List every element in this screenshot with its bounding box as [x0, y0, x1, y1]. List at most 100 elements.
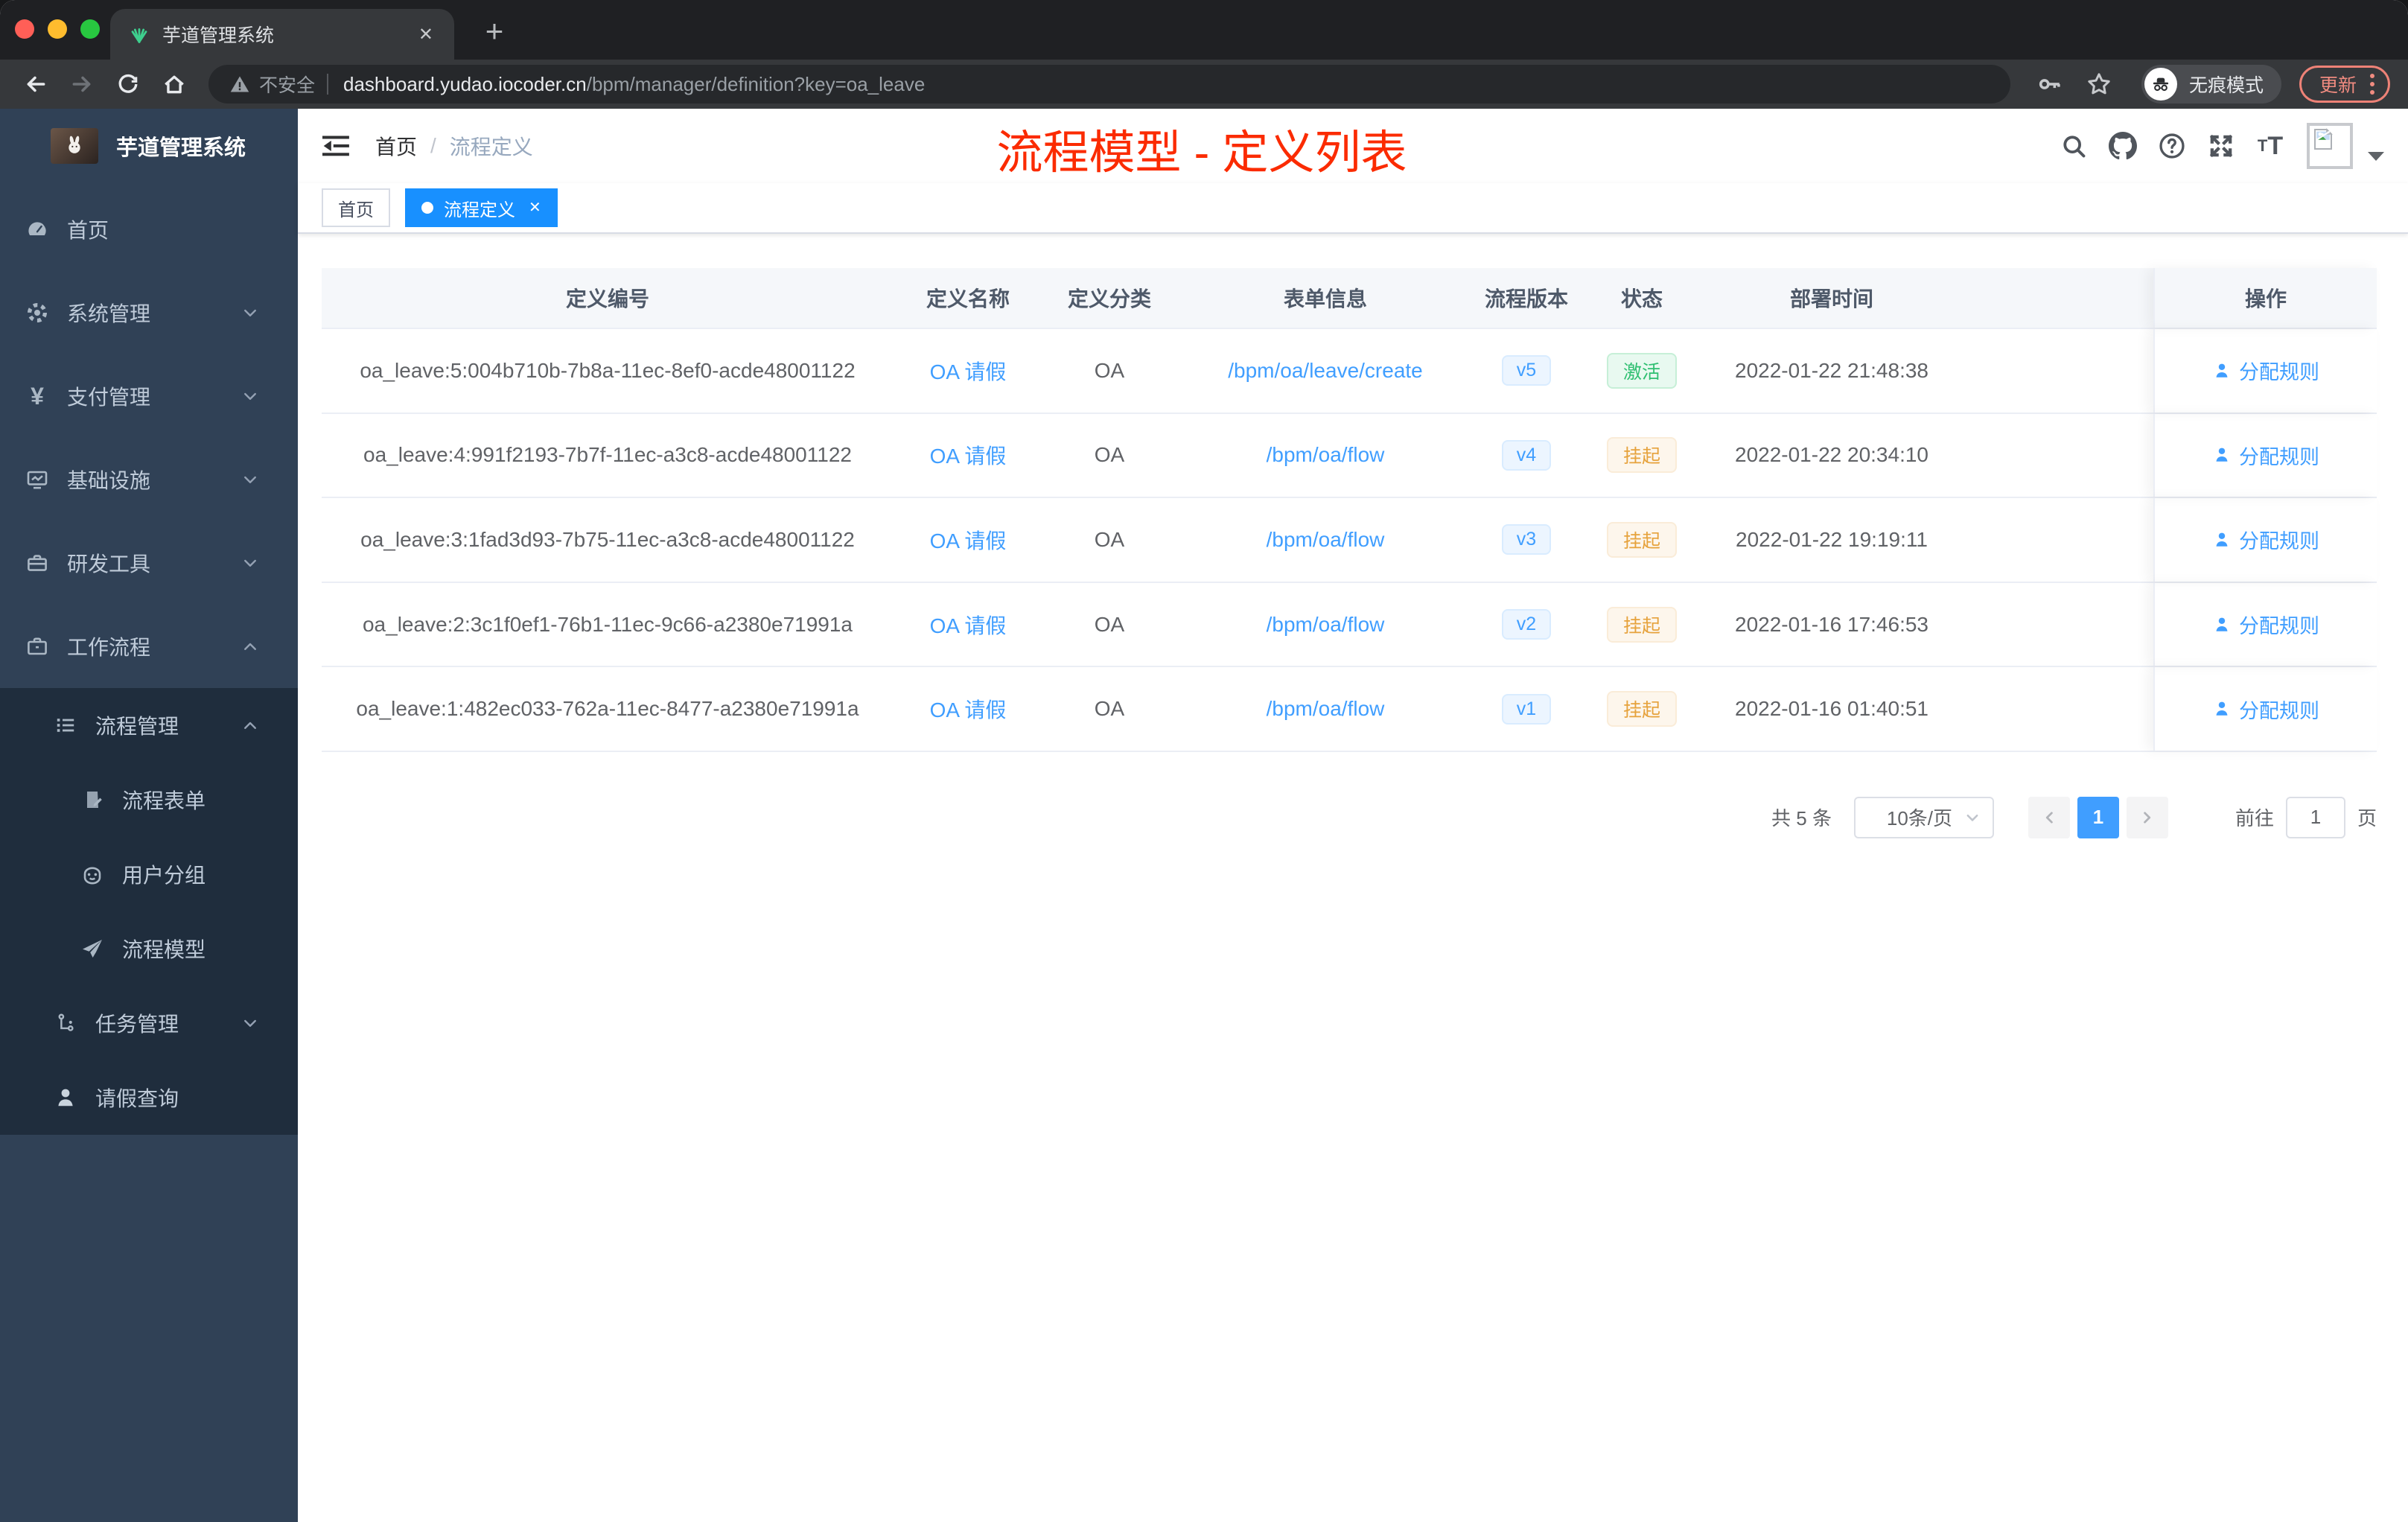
prev-page-button[interactable]: [2028, 796, 2070, 838]
fullscreen-icon[interactable]: [2197, 121, 2246, 171]
bookmark-star-icon[interactable]: [2086, 71, 2112, 97]
minimize-window-button[interactable]: [48, 19, 67, 39]
new-tab-button[interactable]: +: [474, 12, 515, 54]
definition-name-link[interactable]: OA 请假: [930, 698, 1007, 722]
current-page-button[interactable]: 1: [2077, 796, 2119, 838]
breadcrumb-separator: /: [430, 134, 436, 157]
sidebar-item-devtools[interactable]: 研发工具: [0, 521, 298, 605]
assign-rule-link[interactable]: 分配规则: [2212, 525, 2319, 554]
browser-tab[interactable]: 芋道管理系统 ✕: [110, 9, 454, 60]
user-icon: [2216, 448, 2228, 462]
column-header-category: 定义分类: [1067, 287, 1151, 311]
sidebar-item-payment[interactable]: ¥ 支付管理: [0, 354, 298, 438]
sidebar-item-process-mgmt[interactable]: 流程管理: [0, 688, 298, 762]
assign-rule-link[interactable]: 分配规则: [2212, 610, 2319, 639]
page-size-select[interactable]: 10条/页: [1853, 796, 1994, 838]
update-chrome-button[interactable]: 更新: [2299, 66, 2390, 103]
chevron-down-icon: [241, 1014, 259, 1032]
paper-plane-icon: [80, 937, 104, 961]
breadcrumb-home[interactable]: 首页: [375, 131, 417, 161]
sidebar-item-home[interactable]: 首页: [0, 188, 298, 271]
sidebar: 芋道管理系统 首页 系统管理 ¥ 支付管理 基础设施 研发工具 工作流程 流程管…: [0, 109, 298, 1522]
sidebar-logo[interactable]: 芋道管理系统: [0, 109, 298, 183]
sidebar-item-infrastructure[interactable]: 基础设施: [0, 438, 298, 521]
chevron-left-icon: [2045, 812, 2053, 824]
tag-label: 首页: [338, 200, 374, 220]
robot-face-icon: [80, 862, 104, 886]
search-icon[interactable]: [2049, 121, 2098, 171]
zoom-window-button[interactable]: [80, 19, 100, 39]
forward-icon[interactable]: [64, 66, 100, 102]
flow-tree-icon: [54, 1011, 77, 1035]
url-bar[interactable]: 不安全 dashboard.yudao.iocoder.cn/bpm/manag…: [208, 65, 2010, 104]
pagination-total: 共 5 条: [1771, 807, 1832, 830]
version-badge: v2: [1501, 609, 1552, 640]
cell-category: OA: [1094, 358, 1125, 382]
avatar-caret-icon: [2368, 152, 2384, 161]
sidebar-fold-icon[interactable]: [322, 131, 351, 161]
incognito-label: 无痕模式: [2188, 75, 2264, 96]
assign-rule-label: 分配规则: [2239, 699, 2319, 722]
cell-definition-id: oa_leave:3:1fad3d93-7b75-11ec-a3c8-acde4…: [360, 527, 855, 551]
key-icon[interactable]: [2037, 71, 2063, 97]
tag-close-icon[interactable]: ✕: [529, 200, 541, 215]
definition-name-link[interactable]: OA 请假: [930, 445, 1007, 468]
monitor-icon: [25, 468, 49, 491]
tag-process-definition[interactable]: 流程定义 ✕: [405, 188, 558, 227]
next-page-button[interactable]: [2126, 796, 2168, 838]
cell-deploy-time: 2022-01-16 01:40:51: [1735, 697, 1928, 721]
help-icon[interactable]: [2147, 121, 2197, 171]
sidebar-item-process-form[interactable]: 流程表单: [0, 762, 298, 837]
form-info-link[interactable]: /bpm/oa/flow: [1267, 697, 1385, 720]
page-size-value: 10条/页: [1886, 807, 1953, 830]
font-size-icon[interactable]: TT: [2246, 121, 2295, 171]
assign-rule-label: 分配规则: [2239, 445, 2319, 468]
definition-name-link[interactable]: OA 请假: [930, 614, 1007, 637]
toolbox-icon: [25, 551, 49, 575]
macos-traffic-lights: [15, 19, 100, 39]
table-row: oa_leave:3:1fad3d93-7b75-11ec-a3c8-acde4…: [322, 498, 2377, 583]
goto-page-input[interactable]: [2285, 796, 2345, 838]
logo-avatar: [51, 128, 98, 164]
assign-rule-link[interactable]: 分配规则: [2212, 356, 2319, 385]
sidebar-item-label: 用户分组: [122, 864, 206, 887]
back-icon[interactable]: [18, 66, 54, 102]
sidebar-item-task-mgmt[interactable]: 任务管理: [0, 986, 298, 1060]
browser-menu-kebab-icon[interactable]: [2370, 74, 2374, 95]
breadcrumb-current: 流程定义: [449, 136, 533, 159]
tab-close-icon[interactable]: ✕: [415, 24, 436, 45]
close-window-button[interactable]: [15, 19, 34, 39]
sidebar-item-workflow[interactable]: 工作流程: [0, 605, 298, 688]
tag-home[interactable]: 首页: [322, 188, 390, 227]
assign-rule-link[interactable]: 分配规则: [2212, 441, 2319, 470]
sidebar-item-process-model[interactable]: 流程模型: [0, 911, 298, 986]
incognito-badge: 无痕模式: [2141, 65, 2281, 104]
assign-rule-link[interactable]: 分配规则: [2212, 695, 2319, 724]
sidebar-item-system[interactable]: 系统管理: [0, 271, 298, 354]
user-icon: [2216, 532, 2228, 547]
form-info-link[interactable]: /bpm/oa/flow: [1267, 528, 1385, 551]
github-icon[interactable]: [2098, 121, 2147, 171]
reload-icon[interactable]: [110, 66, 146, 102]
chevron-down-icon: [241, 304, 259, 322]
definition-name-link[interactable]: OA 请假: [930, 529, 1007, 553]
security-label[interactable]: 不安全: [259, 71, 315, 98]
user-icon: [54, 1086, 77, 1109]
user-avatar-broken-image[interactable]: [2307, 123, 2353, 169]
security-warning-icon[interactable]: [229, 74, 250, 95]
form-info-link[interactable]: /bpm/oa/flow: [1267, 443, 1385, 466]
sidebar-item-label: 支付管理: [67, 386, 151, 409]
url-text[interactable]: dashboard.yudao.iocoder.cn/bpm/manager/d…: [343, 73, 925, 96]
table-row: oa_leave:5:004b710b-7b8a-11ec-8ef0-acde4…: [322, 329, 2377, 414]
form-info-link[interactable]: /bpm/oa/leave/create: [1228, 359, 1423, 382]
version-badge: v1: [1501, 693, 1552, 725]
home-icon[interactable]: [156, 66, 192, 102]
sidebar-item-user-group[interactable]: 用户分组: [0, 837, 298, 911]
tab-title: 芋道管理系统: [162, 25, 275, 46]
table-row: oa_leave:4:991f2193-7b7f-11ec-a3c8-acde4…: [322, 413, 2377, 499]
form-info-link[interactable]: /bpm/oa/flow: [1267, 613, 1385, 636]
sidebar-item-leave-query[interactable]: 请假查询: [0, 1060, 298, 1135]
definition-name-link[interactable]: OA 请假: [930, 360, 1007, 383]
sidebar-item-label: 流程管理: [95, 715, 179, 738]
browser-toolbar: 不安全 dashboard.yudao.iocoder.cn/bpm/manag…: [0, 60, 2408, 109]
